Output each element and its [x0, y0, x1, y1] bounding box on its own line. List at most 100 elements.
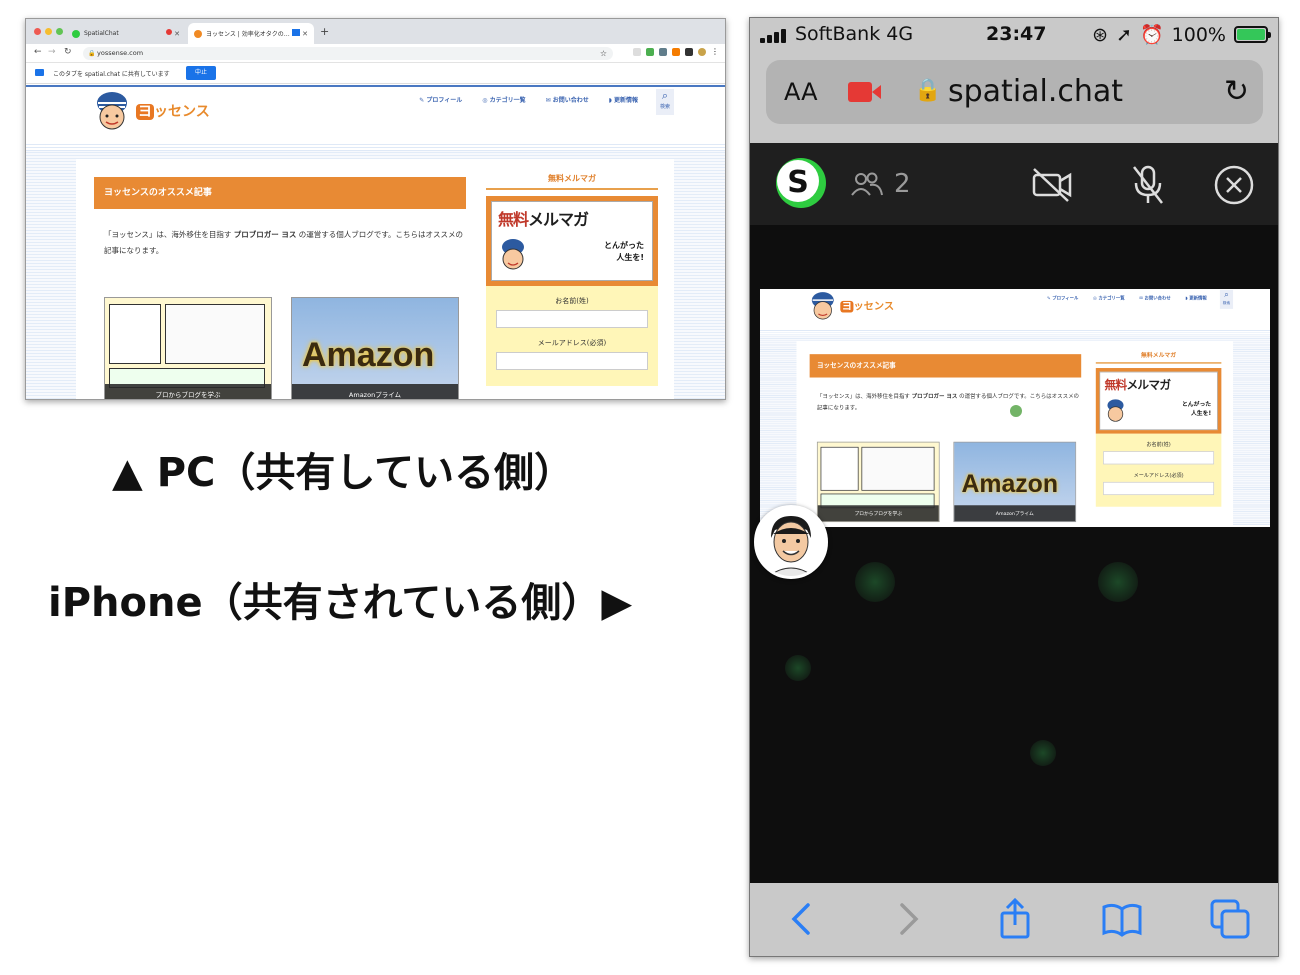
safari-host: spatial.chat	[948, 74, 1124, 109]
bookmarks-book-icon[interactable]	[1100, 897, 1144, 941]
site-search-button[interactable]: ⌕ 検索	[656, 89, 674, 115]
email-label: メールアドレス(必須)	[537, 339, 607, 347]
chrome-tab-bar: SpatialChat ✕ ヨッセンス | 効率化オタクの… ✕ +	[26, 19, 725, 44]
wordpress-icon[interactable]	[659, 48, 667, 56]
compass-icon: ◎	[482, 97, 488, 104]
article-thumbnail-blog[interactable]: プロからブログを学ぶ	[104, 297, 272, 399]
tab-spatialchat[interactable]: SpatialChat ✕	[66, 23, 186, 44]
nav-label: カテゴリ一覧	[1098, 295, 1125, 301]
yossense-favicon-icon	[194, 29, 202, 38]
newsletter-form: お名前(姓) メールアドレス(必須)	[1095, 433, 1222, 507]
tabs-overview-icon[interactable]	[1208, 897, 1252, 941]
article-thumbnail-blog: プロからブログを学ぶ	[816, 441, 940, 523]
email-label: メールアドレス(必須)	[1133, 472, 1184, 479]
reload-icon[interactable]: ↻	[64, 47, 72, 57]
extension-icon[interactable]	[646, 48, 654, 56]
leave-close-icon[interactable]	[1212, 163, 1256, 207]
newsletter-sidebar: 無料メルマガ 無料メルマガ とんがった 人生を! お名前(姓) メールアドレス(…	[1095, 351, 1222, 507]
article-thumbnail-amazon: Amazon Amazonプライム	[953, 441, 1077, 523]
minimize-window-button[interactable]	[45, 28, 52, 35]
site-search-button: ⌕ 検索	[1219, 289, 1234, 309]
remote-cursor-icon	[1010, 405, 1022, 417]
participant-avatar[interactable]	[754, 505, 828, 579]
extension-icon[interactable]	[672, 48, 680, 56]
article-thumbnail-amazon[interactable]: Amazon Amazonプライム	[291, 297, 459, 399]
share-icon[interactable]	[993, 897, 1037, 941]
site-nav: ✎ プロフィール ◎ カテゴリ一覧 ✉ お問い合わせ ◗ 更新情報	[419, 95, 676, 104]
spatialchat-favicon-icon	[72, 29, 80, 38]
tab-yossense[interactable]: ヨッセンス | 効率化オタクの… ✕	[188, 23, 314, 44]
section-title: ヨッセンスのオススメ記事	[94, 177, 466, 209]
stop-sharing-button[interactable]: 中止	[186, 66, 216, 80]
menu-kebab-icon[interactable]: ⋮	[711, 48, 719, 56]
lock-icon: 🔒	[914, 78, 942, 103]
manga-panel	[820, 446, 859, 491]
banner-subtitle: とんがった 人生を!	[1182, 400, 1211, 418]
nav-updates[interactable]: ◗ 更新情報	[609, 95, 638, 104]
nav-label: お問い合わせ	[1144, 295, 1171, 301]
signal-strength-icon	[760, 27, 786, 43]
reader-text-size-button[interactable]: AA	[784, 78, 818, 106]
nav-contact[interactable]: ✉ お問い合わせ	[546, 95, 589, 104]
shared-screen[interactable]: ヨッセンス ✎ プロフィール ◎ カテゴリ一覧 ✉ お問い合わせ ◗ 更新情報 …	[760, 289, 1270, 527]
logo-rest: ッセンス	[154, 104, 210, 120]
nav-profile[interactable]: ✎ プロフィール	[419, 95, 462, 104]
banner-subtitle: とんがった 人生を!	[604, 240, 644, 264]
maximize-window-button[interactable]	[56, 28, 63, 35]
share-notice-bar: このタブを spatial.chat に共有しています 中止	[26, 63, 725, 84]
reload-icon[interactable]: ↻	[1224, 74, 1249, 109]
forward-arrow-icon[interactable]: →	[48, 47, 56, 57]
search-icon: ⌕	[661, 89, 669, 102]
safari-address-bar[interactable]: AA 🔒 spatial.chat ↻	[766, 60, 1263, 124]
newsletter-sidebar: 無料メルマガ 無料メルマガ とんがった 人生を! お名前(姓) メールアドレス(…	[486, 173, 658, 386]
participants-count[interactable]: 2	[850, 169, 911, 199]
name-field[interactable]	[496, 310, 648, 328]
lock-icon: 🔒	[88, 50, 96, 57]
nav-label: 更新情報	[613, 97, 638, 104]
banner-sub-line: 人生を!	[1190, 409, 1212, 417]
banner-sub-line: とんがった	[604, 241, 644, 250]
email-field[interactable]	[496, 352, 648, 370]
site-header: ヨッセンス ✎ プロフィール ◎ カテゴリ一覧 ✉ お問い合わせ ◗ 更新情報 …	[26, 85, 725, 143]
tab-title: ヨッセンス | 効率化オタクの…	[206, 31, 290, 38]
bookmark-star-icon[interactable]: ☆	[600, 47, 607, 60]
close-tab-icon[interactable]: ✕	[302, 30, 308, 38]
thumbnail-caption: Amazonプライム	[292, 384, 458, 399]
screen-share-icon	[35, 69, 44, 76]
back-arrow-icon[interactable]: ←	[34, 47, 42, 57]
email-field	[1103, 481, 1215, 496]
camera-off-icon[interactable]	[1030, 163, 1074, 207]
participant-glow	[1030, 740, 1056, 766]
nav-label: お問い合わせ	[552, 97, 589, 104]
close-tab-icon[interactable]: ✕	[174, 30, 180, 38]
camera-recording-icon[interactable]	[848, 82, 881, 102]
newsletter-banner-inner: 無料メルマガ とんがった 人生を!	[1099, 371, 1218, 431]
forward-chevron-icon[interactable]	[886, 897, 930, 941]
extension-icon[interactable]	[633, 48, 641, 56]
share-notice-text: このタブを spatial.chat に共有しています	[53, 71, 170, 78]
newsletter-banner-inner: 無料メルマガ とんがった 人生を!	[491, 201, 653, 281]
nav-categories[interactable]: ◎ カテゴリ一覧	[482, 95, 525, 104]
banner-sub-line: とんがった	[1181, 400, 1212, 408]
close-window-button[interactable]	[34, 28, 41, 35]
svg-text:S: S	[787, 165, 809, 200]
intro-part: 「ヨッセンス」は、海外移住を目指す	[104, 230, 232, 239]
extension-icon[interactable]	[685, 48, 693, 56]
nav-label: カテゴリ一覧	[489, 97, 526, 104]
banner-title-red: 無料	[498, 210, 529, 229]
microphone-off-icon[interactable]	[1126, 163, 1170, 207]
new-tab-button[interactable]: +	[320, 25, 329, 38]
nav-updates: ◗ 更新情報	[1185, 294, 1206, 301]
address-bar[interactable]: 🔒 yossense.com ☆	[83, 47, 613, 60]
participants-number: 2	[894, 169, 911, 199]
site-logo[interactable]: ヨッセンス	[136, 101, 210, 121]
nav-categories: ◎ カテゴリ一覧	[1093, 294, 1125, 301]
profile-avatar-icon[interactable]	[698, 48, 706, 56]
back-chevron-icon[interactable]	[780, 897, 824, 941]
newsletter-banner[interactable]: 無料メルマガ とんがった 人生を!	[486, 196, 658, 286]
manga-panel	[861, 446, 935, 491]
spatialchat-logo-icon[interactable]: S	[774, 155, 828, 211]
intro-part: 「ヨッセンス」は、海外移住を目指す	[816, 392, 910, 400]
sidebar-title: 無料メルマガ	[1095, 351, 1222, 364]
compass-icon: ◎	[1093, 295, 1097, 301]
